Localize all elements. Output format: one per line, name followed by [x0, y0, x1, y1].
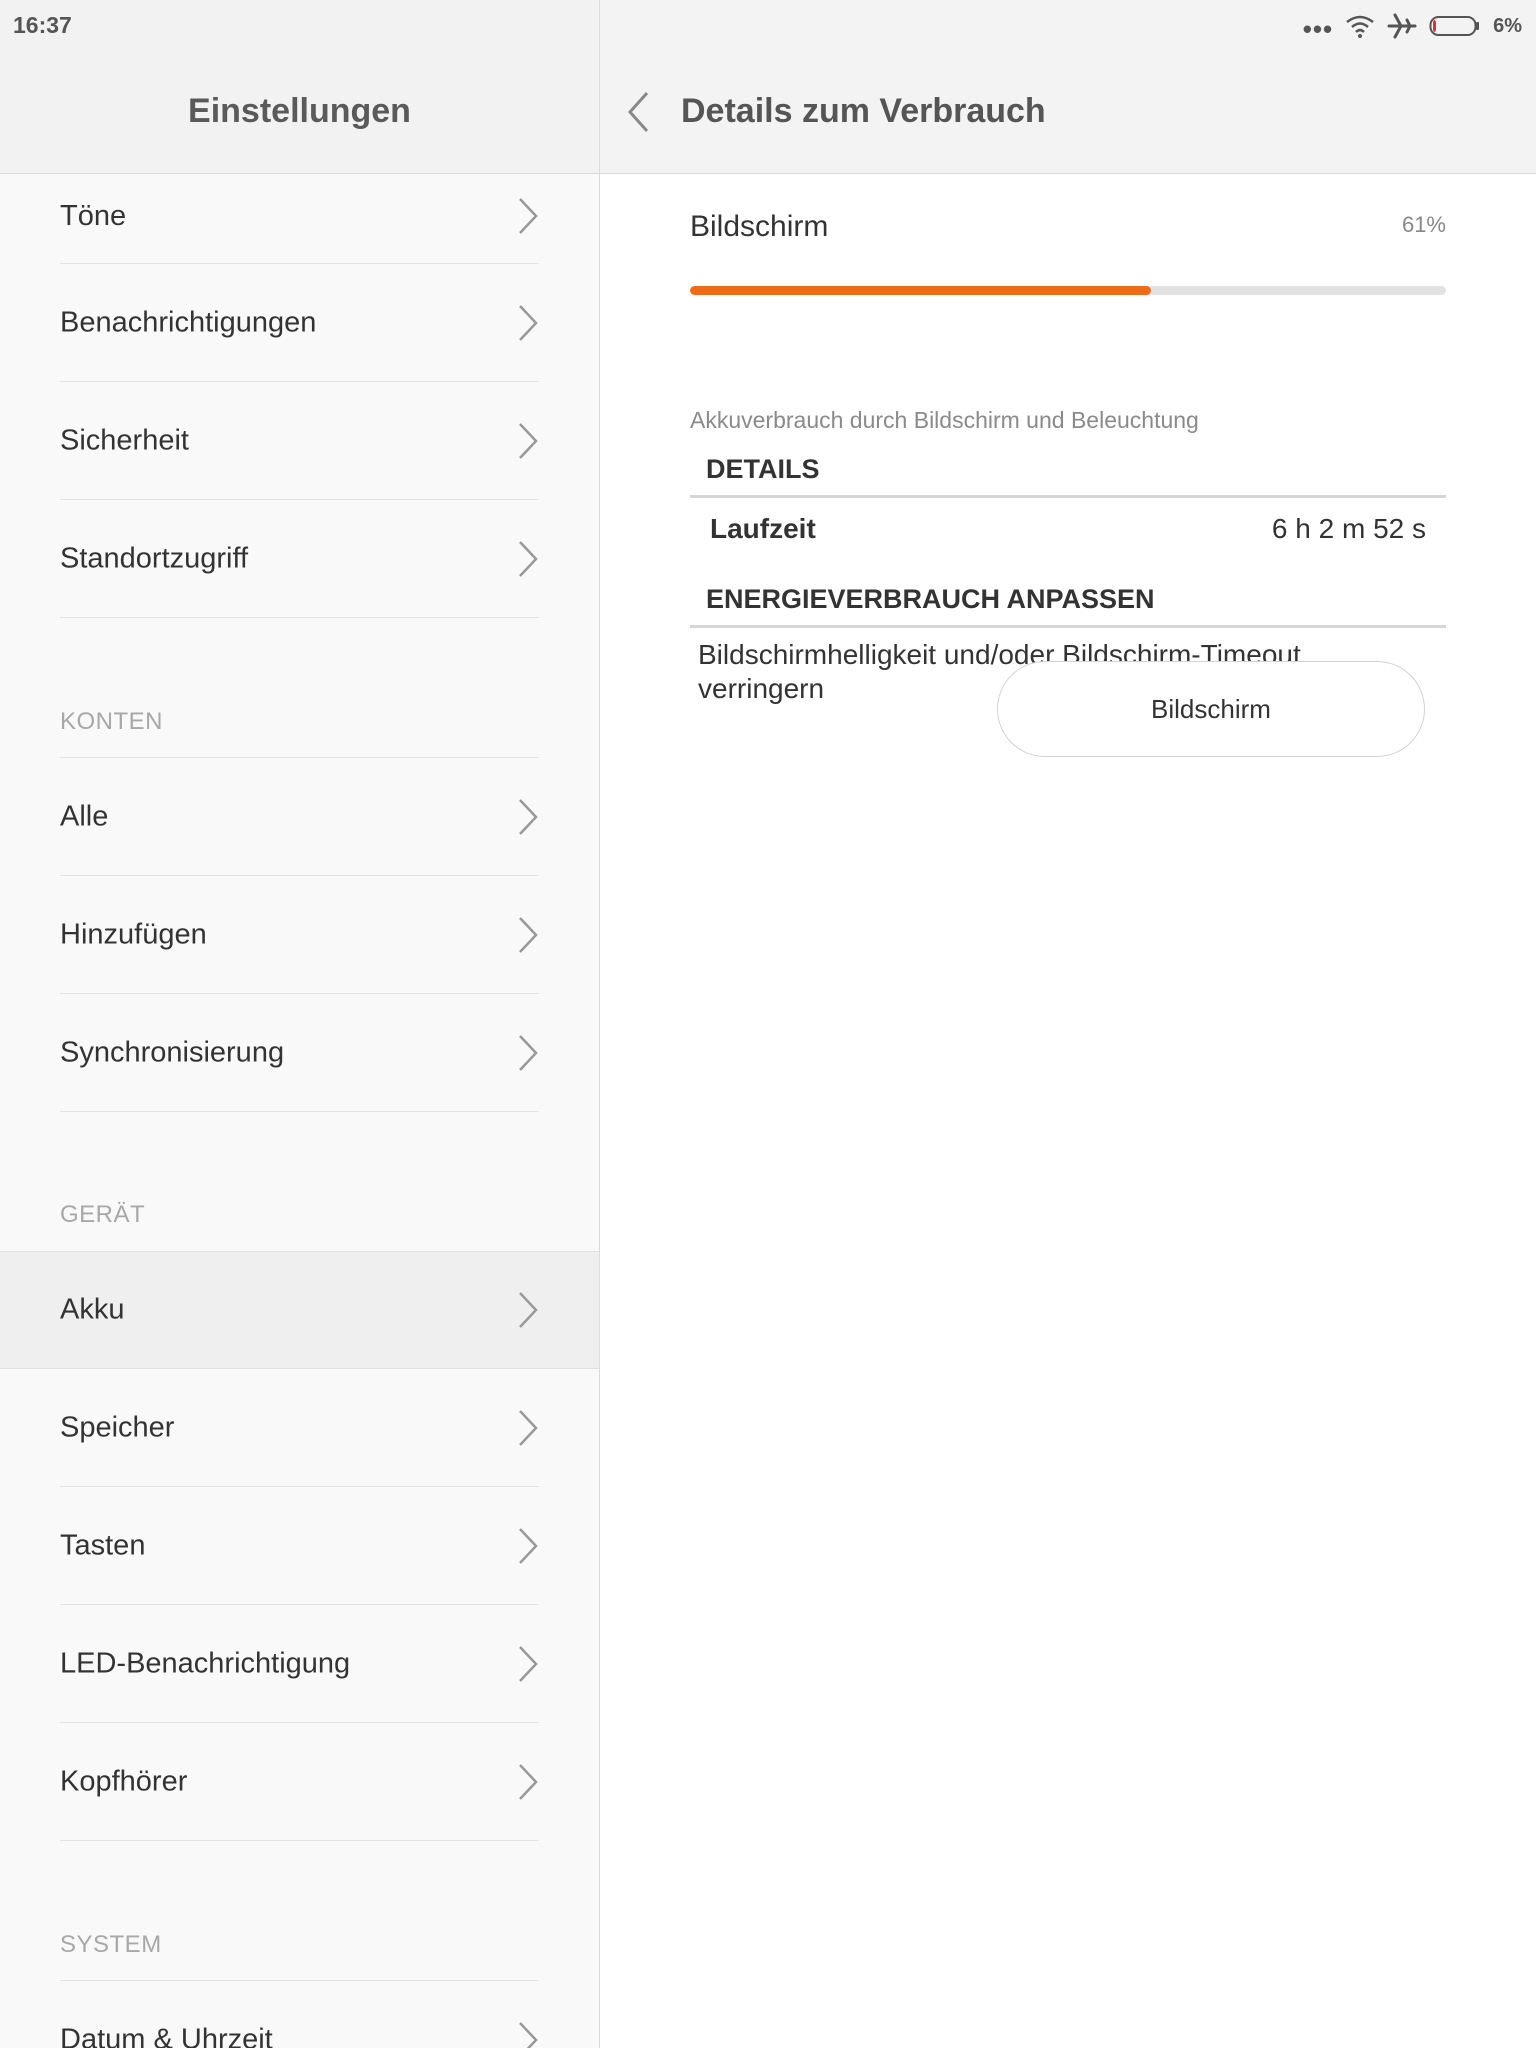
- settings-header: Einstellungen: [0, 52, 599, 174]
- settings-item-led-benachrichtigung[interactable]: LED-Benachrichtigung: [0, 1605, 599, 1723]
- section-header-geraet: GERÄT: [0, 1112, 599, 1251]
- section-label: GERÄT: [60, 1201, 146, 1228]
- section-header-system: SYSTEM: [0, 1841, 599, 1981]
- more-dots-icon: •••: [1302, 14, 1334, 44]
- battery-percent: 6%: [1493, 14, 1522, 37]
- screen-settings-button[interactable]: Bildschirm: [997, 661, 1425, 757]
- settings-item-kopfhoerer[interactable]: Kopfhörer: [0, 1723, 599, 1841]
- chevron-right-icon: [519, 1035, 538, 1071]
- settings-item-benachrichtigungen[interactable]: Benachrichtigungen: [0, 264, 599, 382]
- status-bar-left: 16:37: [0, 0, 599, 52]
- settings-item-label: Benachrichtigungen: [60, 306, 317, 339]
- settings-item-synchronisierung[interactable]: Synchronisierung: [0, 994, 599, 1112]
- adjust-section-title: ENERGIEVERBRAUCH ANPASSEN: [706, 584, 1155, 614]
- settings-item-label: Alle: [60, 800, 109, 833]
- usage-progress-fill: [690, 286, 1152, 295]
- chevron-right-icon: [519, 423, 538, 459]
- settings-list: Töne Benachrichtigungen Sicherheit Stand…: [0, 174, 599, 2048]
- settings-item-label: Kopfhörer: [60, 1765, 188, 1798]
- settings-item-datum-uhrzeit[interactable]: Datum & Uhrzeit: [0, 1981, 599, 2048]
- chevron-right-icon: [519, 1410, 538, 1446]
- details-section-title: DETAILS: [706, 454, 820, 484]
- wifi-icon: [1346, 15, 1374, 38]
- usage-progress-bar: [690, 286, 1446, 295]
- page-title: Einstellungen: [188, 92, 411, 130]
- chevron-right-icon: [519, 799, 538, 835]
- settings-item-label: Tasten: [60, 1529, 146, 1562]
- chevron-right-icon: [519, 1528, 538, 1564]
- status-bar-right: ••• 6%: [600, 0, 1536, 52]
- chevron-right-icon: [519, 2022, 538, 2048]
- settings-item-label: Hinzufügen: [60, 918, 207, 951]
- chevron-right-icon: [519, 541, 538, 577]
- chevron-right-icon: [519, 198, 538, 234]
- section-label: KONTEN: [60, 708, 164, 735]
- settings-item-alle[interactable]: Alle: [0, 758, 599, 876]
- chevron-right-icon: [519, 305, 538, 341]
- settings-item-speicher[interactable]: Speicher: [0, 1369, 599, 1487]
- runtime-label: Laufzeit: [710, 513, 816, 544]
- detail-pane: Details zum Verbrauch Bildschirm 61% Akk…: [600, 52, 1536, 2048]
- details-section-rule: [690, 495, 1446, 498]
- status-bar: 16:37 ••• 6%: [0, 0, 1536, 52]
- status-icons: ••• 6%: [1303, 10, 1522, 42]
- chevron-right-icon: [519, 1292, 538, 1328]
- usage-description: Akkuverbrauch durch Bildschirm und Beleu…: [690, 407, 1199, 433]
- chevron-right-icon: [519, 917, 538, 953]
- usage-percent: 61%: [1401, 212, 1446, 237]
- settings-item-label: Standortzugriff: [60, 542, 249, 575]
- runtime-value: 6 h 2 m 52 s: [1271, 513, 1426, 544]
- adjust-section-rule: [690, 625, 1446, 628]
- section-header-konten: KONTEN: [0, 618, 599, 758]
- settings-item-label: Speicher: [60, 1411, 175, 1444]
- back-arrow-icon[interactable]: [626, 90, 650, 134]
- battery-icon: [1429, 16, 1480, 36]
- detail-header: Details zum Verbrauch: [600, 52, 1536, 174]
- settings-item-label: Synchronisierung: [60, 1036, 285, 1069]
- usage-label: Bildschirm: [690, 210, 829, 243]
- chevron-right-icon: [519, 1764, 538, 1800]
- settings-item-label: LED-Benachrichtigung: [60, 1647, 351, 1680]
- settings-item-standortzugriff[interactable]: Standortzugriff: [0, 500, 599, 618]
- settings-item-label: Datum & Uhrzeit: [60, 2023, 273, 2048]
- settings-item-label: Akku: [60, 1293, 125, 1326]
- settings-item-toene[interactable]: Töne: [0, 174, 599, 264]
- settings-pane: Töne Benachrichtigungen Sicherheit Stand…: [0, 52, 599, 2048]
- settings-item-label: Töne: [60, 200, 127, 232]
- settings-item-akku[interactable]: Akku: [0, 1251, 599, 1369]
- settings-item-label: Sicherheit: [60, 424, 189, 457]
- status-time: 16:37: [13, 12, 72, 38]
- settings-item-sicherheit[interactable]: Sicherheit: [0, 382, 599, 500]
- section-label: SYSTEM: [60, 1931, 162, 1958]
- detail-title: Details zum Verbrauch: [681, 92, 1046, 130]
- settings-item-hinzufuegen[interactable]: Hinzufügen: [0, 876, 599, 994]
- settings-item-tasten[interactable]: Tasten: [0, 1487, 599, 1605]
- airplane-icon: [1387, 13, 1417, 39]
- chevron-right-icon: [519, 1646, 538, 1682]
